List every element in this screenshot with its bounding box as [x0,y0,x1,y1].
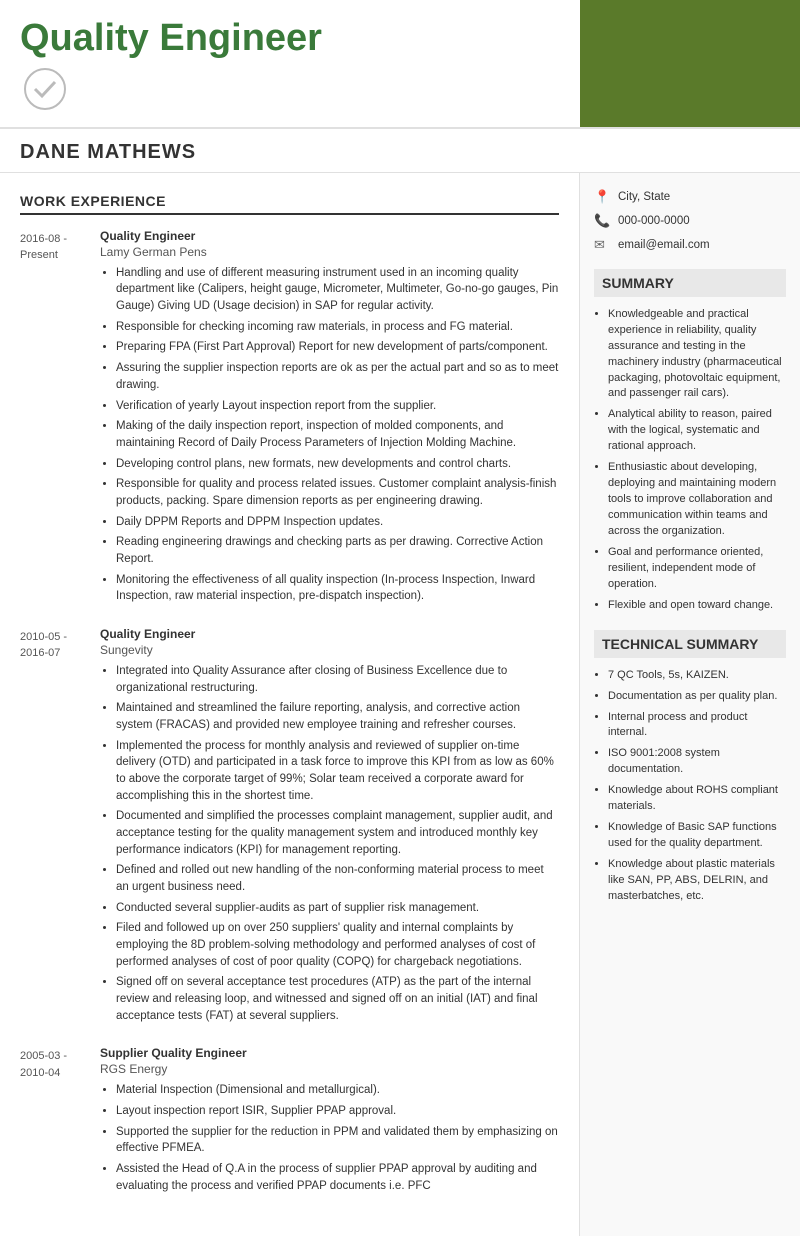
tech-bullet-item: Knowledge about plastic materials like S… [608,857,786,905]
job-bullet-item: Maintained and streamlined the failure r… [116,700,559,733]
contact-phone-text: 000-000-0000 [618,215,690,227]
work-experience-title: WORK EXPERIENCE [20,193,559,215]
job-bullet-item: Documented and simplified the processes … [116,808,559,858]
tech-bullet-item: Knowledge about ROHS compliant materials… [608,783,786,815]
contact-location: 📍 City, State [594,189,786,205]
job-bullet-item: Conducted several supplier-audits as par… [116,900,559,917]
summary-bullet-item: Goal and performance oriented, resilient… [608,545,786,593]
header: Quality Engineer [0,0,800,129]
job-company: Sungevity [100,643,559,657]
job-bullet-item: Assuring the supplier inspection reports… [116,360,559,393]
technical-bullets: 7 QC Tools, 5s, KAIZEN. Documentation as … [594,668,786,905]
tech-bullet-item: ISO 9001:2008 system documentation. [608,746,786,778]
header-icon [20,64,70,114]
job-company: RGS Energy [100,1062,559,1076]
job-bullets-list: Integrated into Quality Assurance after … [100,663,559,1024]
job-dates: 2016-08 - Present [20,229,100,609]
header-accent-block [580,0,800,127]
summary-bullets: Knowledgeable and practical experience i… [594,307,786,614]
summary-bullet-item: Flexible and open toward change. [608,598,786,614]
technical-summary-title: TECHNICAL SUMMARY [594,630,786,658]
contact-phone: 📞 000-000-0000 [594,213,786,229]
job-bullets-list: Handling and use of different measuring … [100,265,559,605]
job-entry: 2005-03 - 2010-04Supplier Quality Engine… [20,1046,559,1198]
job-bullet-item: Handling and use of different measuring … [116,265,559,315]
job-company: Lamy German Pens [100,245,559,259]
job-content: Quality Engineer Sungevity Integrated into… [100,627,559,1028]
jobs-container: 2016-08 - PresentQuality EngineerLamy Ge… [20,229,559,1199]
summary-section: SUMMARY Knowledgeable and practical expe… [594,269,786,614]
phone-icon: 📞 [594,213,612,229]
job-title: Quality Engineer [100,627,559,641]
job-bullet-item: Assisted the Head of Q.A in the process … [116,1161,559,1194]
job-bullet-item: Developing control plans, new formats, n… [116,456,559,473]
resume-title: Quality Engineer [20,18,560,60]
tech-bullet-item: Knowledge of Basic SAP functions used fo… [608,820,786,852]
job-bullet-item: Layout inspection report ISIR, Supplier … [116,1103,559,1120]
job-bullet-item: Filed and followed up on over 250 suppli… [116,920,559,970]
header-left: Quality Engineer [0,0,580,127]
summary-bullet-item: Knowledgeable and practical experience i… [608,307,786,403]
job-bullet-item: Monitoring the effectiveness of all qual… [116,572,559,605]
job-content: Supplier Quality Engineer RGS Energy Mater… [100,1046,559,1198]
tech-bullet-item: Documentation as per quality plan. [608,689,786,705]
job-entry: 2016-08 - PresentQuality Engineer Lamy Ge… [20,229,559,609]
job-bullet-item: Preparing FPA (First Part Approval) Repo… [116,339,559,356]
contact-location-text: City, State [618,191,670,203]
job-dates: 2005-03 - 2010-04 [20,1046,100,1198]
job-bullet-item: Reading engineering drawings and checkin… [116,534,559,567]
contact-email-text: email@email.com [618,239,710,251]
job-bullet-item: Responsible for quality and process rela… [116,476,559,509]
location-icon: 📍 [594,189,612,205]
job-bullet-item: Signed off on several acceptance test pr… [116,974,559,1024]
tech-bullet-item: 7 QC Tools, 5s, KAIZEN. [608,668,786,684]
job-bullet-item: Supported the supplier for the reduction… [116,1124,559,1157]
name-section: DANE MATHEWS [0,129,800,173]
contact-email: ✉ email@email.com [594,237,786,253]
job-bullet-item: Verification of yearly Layout inspection… [116,398,559,415]
main-layout: WORK EXPERIENCE 2016-08 - PresentQuality… [0,173,800,1236]
job-content: Quality Engineer Lamy German Pens Handling… [100,229,559,609]
job-title: Quality Engineer [100,229,559,243]
summary-title: SUMMARY [594,269,786,297]
right-column: 📍 City, State 📞 000-000-0000 ✉ email@ema… [580,173,800,1236]
job-dates: 2010-05 - 2016-07 [20,627,100,1028]
job-bullet-item: Integrated into Quality Assurance after … [116,663,559,696]
job-bullet-item: Making of the daily inspection report, i… [116,418,559,451]
technical-summary-section: TECHNICAL SUMMARY 7 QC Tools, 5s, KAIZEN… [594,630,786,905]
job-bullet-item: Daily DPPM Reports and DPPM Inspection u… [116,514,559,531]
email-icon: ✉ [594,237,612,253]
candidate-name: DANE MATHEWS [20,141,196,163]
job-bullet-item: Responsible for checking incoming raw ma… [116,319,559,336]
tech-bullet-item: Internal process and product internal. [608,710,786,742]
summary-bullet-item: Enthusiastic about developing, deploying… [608,460,786,540]
job-bullet-item: Implemented the process for monthly anal… [116,738,559,805]
summary-bullet-item: Analytical ability to reason, paired wit… [608,407,786,455]
job-bullet-item: Defined and rolled out new handling of t… [116,862,559,895]
job-bullets-list: Material Inspection (Dimensional and met… [100,1082,559,1194]
job-entry: 2010-05 - 2016-07Quality Engineer Sungevi… [20,627,559,1028]
left-column: WORK EXPERIENCE 2016-08 - PresentQuality… [0,173,580,1236]
job-bullet-item: Material Inspection (Dimensional and met… [116,1082,559,1099]
job-title: Supplier Quality Engineer [100,1046,559,1060]
